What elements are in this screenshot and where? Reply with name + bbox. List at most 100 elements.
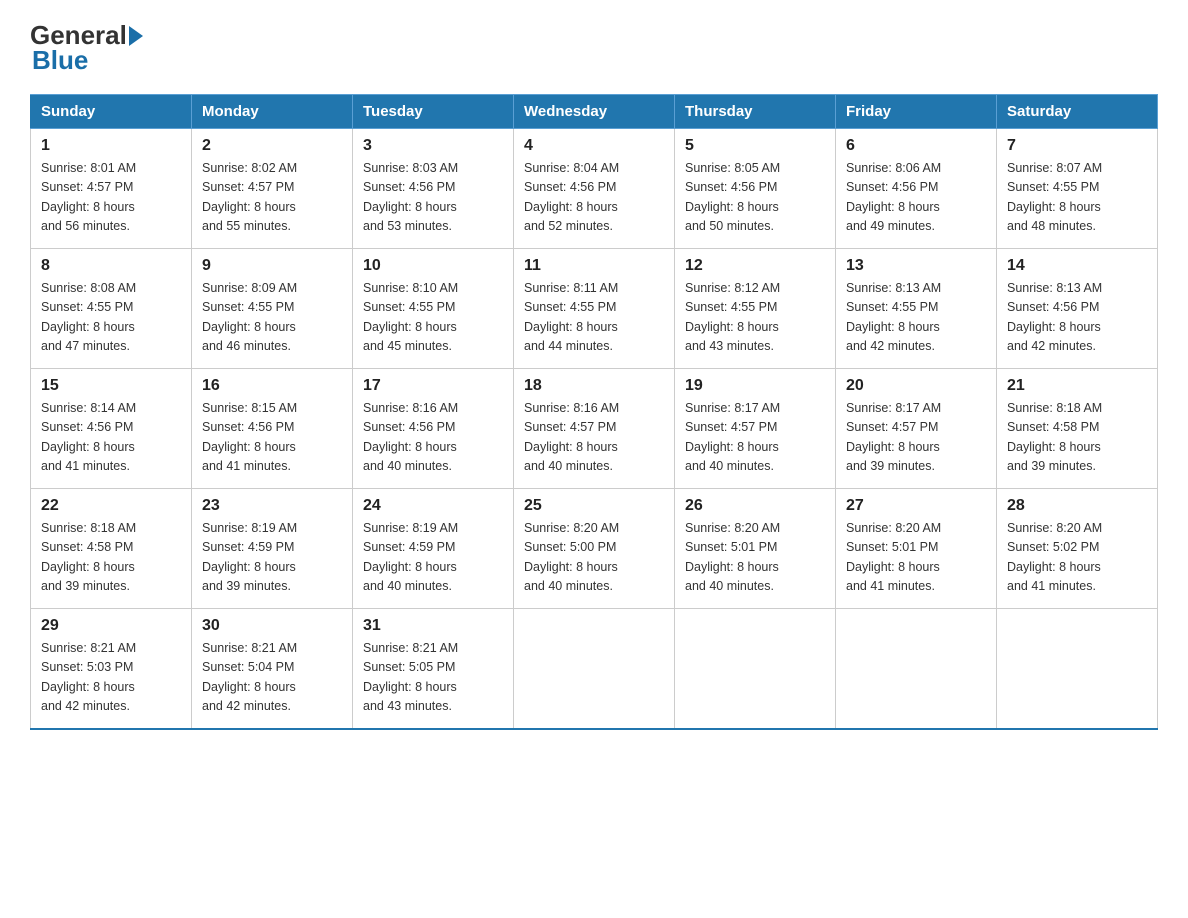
day-info: Sunrise: 8:17 AMSunset: 4:57 PMDaylight:…: [846, 399, 986, 477]
day-info: Sunrise: 8:20 AMSunset: 5:01 PMDaylight:…: [685, 519, 825, 597]
weekday-header-saturday: Saturday: [997, 95, 1158, 129]
day-info: Sunrise: 8:09 AMSunset: 4:55 PMDaylight:…: [202, 279, 342, 357]
calendar-cell: 8 Sunrise: 8:08 AMSunset: 4:55 PMDaylight…: [31, 249, 192, 369]
day-info: Sunrise: 8:16 AMSunset: 4:57 PMDaylight:…: [524, 399, 664, 477]
day-number: 12: [685, 257, 825, 275]
calendar-cell: 14 Sunrise: 8:13 AMSunset: 4:56 PMDayligh…: [997, 249, 1158, 369]
calendar-cell: 24 Sunrise: 8:19 AMSunset: 4:59 PMDayligh…: [353, 489, 514, 609]
day-info: Sunrise: 8:19 AMSunset: 4:59 PMDaylight:…: [202, 519, 342, 597]
calendar-cell: 11 Sunrise: 8:11 AMSunset: 4:55 PMDayligh…: [514, 249, 675, 369]
calendar-cell: 19Sunrise: 8:17 AMSunset: 4:57 PMDayligh…: [675, 369, 836, 489]
logo: General Blue: [30, 20, 145, 76]
calendar-cell: 25Sunrise: 8:20 AMSunset: 5:00 PMDayligh…: [514, 489, 675, 609]
calendar-cell: 20 Sunrise: 8:17 AMSunset: 4:57 PMDayligh…: [836, 369, 997, 489]
calendar-cell: 1 Sunrise: 8:01 AMSunset: 4:57 PMDaylight…: [31, 129, 192, 249]
weekday-header-row: SundayMondayTuesdayWednesdayThursdayFrid…: [31, 95, 1158, 129]
day-number: 13: [846, 257, 986, 275]
day-number: 22: [41, 497, 181, 515]
calendar-cell: 9 Sunrise: 8:09 AMSunset: 4:55 PMDaylight…: [192, 249, 353, 369]
calendar-cell: 18 Sunrise: 8:16 AMSunset: 4:57 PMDayligh…: [514, 369, 675, 489]
day-number: 15: [41, 377, 181, 395]
weekday-header-tuesday: Tuesday: [353, 95, 514, 129]
logo-blue-text: Blue: [32, 45, 88, 75]
day-info: Sunrise: 8:03 AMSunset: 4:56 PMDaylight:…: [363, 159, 503, 237]
day-number: 4: [524, 137, 664, 155]
day-number: 30: [202, 617, 342, 635]
weekday-header-thursday: Thursday: [675, 95, 836, 129]
calendar-cell: 3Sunrise: 8:03 AMSunset: 4:56 PMDaylight…: [353, 129, 514, 249]
day-number: 7: [1007, 137, 1147, 155]
weekday-header-wednesday: Wednesday: [514, 95, 675, 129]
calendar-cell: 27Sunrise: 8:20 AMSunset: 5:01 PMDayligh…: [836, 489, 997, 609]
day-info: Sunrise: 8:08 AMSunset: 4:55 PMDaylight:…: [41, 279, 181, 357]
calendar-cell: 7 Sunrise: 8:07 AMSunset: 4:55 PMDaylight…: [997, 129, 1158, 249]
calendar-cell: 6Sunrise: 8:06 AMSunset: 4:56 PMDaylight…: [836, 129, 997, 249]
day-number: 29: [41, 617, 181, 635]
day-number: 31: [363, 617, 503, 635]
day-info: Sunrise: 8:13 AMSunset: 4:55 PMDaylight:…: [846, 279, 986, 357]
day-info: Sunrise: 8:18 AMSunset: 4:58 PMDaylight:…: [1007, 399, 1147, 477]
day-number: 21: [1007, 377, 1147, 395]
calendar-cell: 26 Sunrise: 8:20 AMSunset: 5:01 PMDayligh…: [675, 489, 836, 609]
day-number: 20: [846, 377, 986, 395]
day-info: Sunrise: 8:12 AMSunset: 4:55 PMDaylight:…: [685, 279, 825, 357]
day-info: Sunrise: 8:21 AMSunset: 5:05 PMDaylight:…: [363, 639, 503, 717]
day-info: Sunrise: 8:13 AMSunset: 4:56 PMDaylight:…: [1007, 279, 1147, 357]
calendar-cell: 21 Sunrise: 8:18 AMSunset: 4:58 PMDayligh…: [997, 369, 1158, 489]
weekday-header-monday: Monday: [192, 95, 353, 129]
weekday-header-friday: Friday: [836, 95, 997, 129]
day-info: Sunrise: 8:21 AMSunset: 5:03 PMDaylight:…: [41, 639, 181, 717]
day-info: Sunrise: 8:02 AMSunset: 4:57 PMDaylight:…: [202, 159, 342, 237]
day-info: Sunrise: 8:11 AMSunset: 4:55 PMDaylight:…: [524, 279, 664, 357]
week-row-3: 15Sunrise: 8:14 AMSunset: 4:56 PMDayligh…: [31, 369, 1158, 489]
day-number: 10: [363, 257, 503, 275]
calendar-cell: [675, 609, 836, 729]
day-number: 9: [202, 257, 342, 275]
calendar-cell: [514, 609, 675, 729]
day-info: Sunrise: 8:04 AMSunset: 4:56 PMDaylight:…: [524, 159, 664, 237]
calendar-cell: 28Sunrise: 8:20 AMSunset: 5:02 PMDayligh…: [997, 489, 1158, 609]
calendar-cell: 31 Sunrise: 8:21 AMSunset: 5:05 PMDayligh…: [353, 609, 514, 729]
day-info: Sunrise: 8:05 AMSunset: 4:56 PMDaylight:…: [685, 159, 825, 237]
calendar-cell: 22 Sunrise: 8:18 AMSunset: 4:58 PMDayligh…: [31, 489, 192, 609]
day-info: Sunrise: 8:19 AMSunset: 4:59 PMDaylight:…: [363, 519, 503, 597]
day-number: 11: [524, 257, 664, 275]
day-info: Sunrise: 8:20 AMSunset: 5:02 PMDaylight:…: [1007, 519, 1147, 597]
day-number: 14: [1007, 257, 1147, 275]
day-number: 25: [524, 497, 664, 515]
day-number: 27: [846, 497, 986, 515]
calendar-table: SundayMondayTuesdayWednesdayThursdayFrid…: [30, 94, 1158, 730]
day-number: 19: [685, 377, 825, 395]
calendar-cell: 15Sunrise: 8:14 AMSunset: 4:56 PMDayligh…: [31, 369, 192, 489]
week-row-5: 29 Sunrise: 8:21 AMSunset: 5:03 PMDayligh…: [31, 609, 1158, 729]
week-row-2: 8 Sunrise: 8:08 AMSunset: 4:55 PMDaylight…: [31, 249, 1158, 369]
day-number: 8: [41, 257, 181, 275]
day-number: 1: [41, 137, 181, 155]
week-row-1: 1 Sunrise: 8:01 AMSunset: 4:57 PMDaylight…: [31, 129, 1158, 249]
calendar-cell: 30 Sunrise: 8:21 AMSunset: 5:04 PMDayligh…: [192, 609, 353, 729]
day-number: 16: [202, 377, 342, 395]
day-number: 24: [363, 497, 503, 515]
day-number: 5: [685, 137, 825, 155]
calendar-cell: 4 Sunrise: 8:04 AMSunset: 4:56 PMDaylight…: [514, 129, 675, 249]
calendar-cell: 5 Sunrise: 8:05 AMSunset: 4:56 PMDaylight…: [675, 129, 836, 249]
day-info: Sunrise: 8:18 AMSunset: 4:58 PMDaylight:…: [41, 519, 181, 597]
day-info: Sunrise: 8:01 AMSunset: 4:57 PMDaylight:…: [41, 159, 181, 237]
day-number: 23: [202, 497, 342, 515]
calendar-cell: 13 Sunrise: 8:13 AMSunset: 4:55 PMDayligh…: [836, 249, 997, 369]
day-info: Sunrise: 8:07 AMSunset: 4:55 PMDaylight:…: [1007, 159, 1147, 237]
logo-triangle-icon: [129, 26, 143, 46]
calendar-cell: 23 Sunrise: 8:19 AMSunset: 4:59 PMDayligh…: [192, 489, 353, 609]
calendar-cell: 10Sunrise: 8:10 AMSunset: 4:55 PMDayligh…: [353, 249, 514, 369]
calendar-cell: 29 Sunrise: 8:21 AMSunset: 5:03 PMDayligh…: [31, 609, 192, 729]
day-number: 2: [202, 137, 342, 155]
calendar-cell: 17Sunrise: 8:16 AMSunset: 4:56 PMDayligh…: [353, 369, 514, 489]
day-info: Sunrise: 8:15 AMSunset: 4:56 PMDaylight:…: [202, 399, 342, 477]
day-info: Sunrise: 8:21 AMSunset: 5:04 PMDaylight:…: [202, 639, 342, 717]
calendar-cell: [836, 609, 997, 729]
day-number: 26: [685, 497, 825, 515]
calendar-cell: [997, 609, 1158, 729]
weekday-header-sunday: Sunday: [31, 95, 192, 129]
day-number: 6: [846, 137, 986, 155]
day-number: 18: [524, 377, 664, 395]
